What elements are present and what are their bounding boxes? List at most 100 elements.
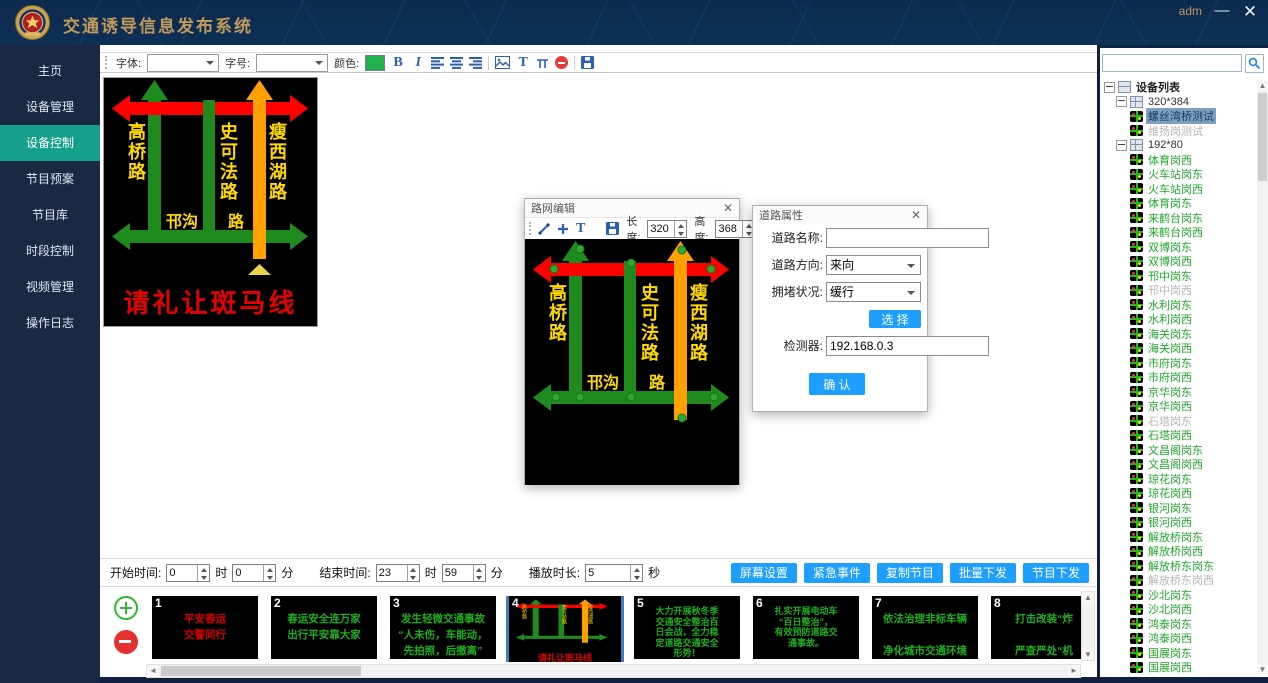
device-tree-item[interactable]: 来鹤台岗西 (1100, 225, 1256, 240)
duration-stepper[interactable]: 5 (585, 564, 643, 582)
sidebar-item-link[interactable]: 视频管理 (0, 269, 100, 305)
save-icon[interactable] (606, 222, 619, 235)
action-button[interactable]: 复制节目 (877, 563, 943, 583)
road-name-input[interactable] (826, 228, 989, 248)
action-button[interactable]: 批量下发 (950, 563, 1016, 583)
minimize-icon[interactable]: — (1212, 2, 1232, 19)
sidebar-item-link[interactable]: 时段控制 (0, 233, 100, 269)
user-name[interactable]: adm (1179, 4, 1202, 18)
sidebar-item-link[interactable]: 节目库 (0, 197, 100, 233)
toolbar-grip[interactable] (529, 222, 531, 235)
height-stepper[interactable]: 368 (715, 220, 755, 238)
horizontal-scrollbar[interactable]: ◄► (146, 664, 1081, 678)
bold-icon[interactable]: B (391, 55, 405, 71)
close-icon[interactable]: ✕ (911, 208, 921, 222)
sign-preview[interactable]: 高桥路 史可法路 瘦西湖路 邗沟 路 请礼让斑马线 (103, 77, 318, 327)
action-button[interactable]: 紧急事件 (804, 563, 870, 583)
device-tree-item[interactable]: 来鹤台岗东 (1100, 211, 1256, 226)
end-hour-stepper[interactable]: 23 (376, 564, 420, 582)
align-right-icon[interactable] (469, 57, 482, 69)
crossing-icon[interactable] (557, 223, 569, 235)
close-icon[interactable]: ✕ (723, 201, 733, 215)
device-tree-item[interactable]: 石塔岗东 (1100, 414, 1256, 429)
end-minute-stepper[interactable]: 59 (442, 564, 486, 582)
device-tree-item[interactable]: 市府岗西 (1100, 370, 1256, 385)
device-tree-item[interactable]: 火车站岗东 (1100, 167, 1256, 182)
device-tree-item[interactable]: 银河岗东 (1100, 501, 1256, 516)
device-tree-item[interactable]: 邗中岗东 (1100, 269, 1256, 284)
road-direction-select[interactable]: 来向 (826, 255, 921, 275)
align-center-icon[interactable] (450, 57, 463, 69)
program-thumbnail[interactable]: 3发生轻微交通事故“人未伤，车能动，先拍照，后撤离” (390, 596, 496, 659)
congestion-select[interactable]: 缓行 (826, 282, 921, 302)
device-search-input[interactable] (1102, 54, 1242, 72)
device-tree-item[interactable]: 国展岗东 (1100, 646, 1256, 661)
device-tree-item[interactable]: 邗中岗西 (1100, 283, 1256, 298)
text-tool-icon[interactable]: T (516, 55, 530, 71)
device-tree-item[interactable]: 鸿泰岗西 (1100, 631, 1256, 646)
action-button[interactable]: 节目下发 (1023, 563, 1089, 583)
confirm-button[interactable]: 确 认 (809, 373, 865, 395)
program-thumbnail[interactable]: 7依法治理非标车辆 净化城市交通环境 (872, 596, 978, 659)
program-thumbnail[interactable]: 1平安春运交警同行 (152, 596, 258, 659)
device-tree-item[interactable]: 鸿泰岗东 (1100, 617, 1256, 632)
sidebar-item-active[interactable]: 设备控制 (0, 125, 100, 161)
device-tree-item[interactable]: 体育岗西 (1100, 153, 1256, 168)
image-icon[interactable] (495, 56, 510, 69)
program-thumbnail[interactable]: 8打击改装“炸 严查严处“机 (991, 596, 1083, 659)
detector-input[interactable] (826, 336, 989, 356)
device-tree-item[interactable]: 沙北岗西 (1100, 602, 1256, 617)
draw-line-icon[interactable] (538, 223, 550, 235)
tree-expander-icon[interactable] (1116, 140, 1127, 151)
device-tree-item[interactable]: 文昌阁岗东 (1100, 443, 1256, 458)
sidebar-item-link[interactable]: 主页 (0, 53, 100, 89)
sidebar-item-link[interactable]: 操作日志 (0, 305, 100, 341)
start-hour-stepper[interactable]: 0 (166, 564, 210, 582)
device-tree-item[interactable]: 解放桥岗西 (1100, 544, 1256, 559)
device-tree-item[interactable]: 体育岗东 (1100, 196, 1256, 211)
device-tree-item[interactable]: 海关岗西 (1100, 341, 1256, 356)
device-tree-item[interactable]: 市府岗东 (1100, 356, 1256, 371)
action-button[interactable]: 屏幕设置 (731, 563, 797, 583)
search-button[interactable] (1245, 54, 1264, 73)
toolbar-grip[interactable] (105, 56, 110, 69)
device-tree-item[interactable]: 银河岗西 (1100, 515, 1256, 530)
device-tree-item[interactable]: 维扬岗测试 (1100, 124, 1256, 139)
spinner-arrows[interactable] (674, 221, 686, 237)
tree-root-node[interactable]: 设备列表 (1100, 80, 1256, 95)
close-icon[interactable]: ✕ (1240, 2, 1260, 22)
vertical-scrollbar[interactable]: ▲▼ (1081, 591, 1095, 661)
device-tree-item[interactable]: 琼花岗西 (1100, 486, 1256, 501)
italic-icon[interactable]: I (411, 55, 425, 71)
device-tree-item[interactable]: 火车站岗西 (1100, 182, 1256, 197)
program-thumbnail[interactable]: 5大力开展秋冬季交通安全整治百日会战，全力稳定道路交通安全形势！ (634, 596, 740, 659)
save-icon[interactable] (581, 56, 594, 69)
program-thumbnail[interactable]: 6扎实开展电动车“百日整治”，有效预防道路交通事故。 (753, 596, 859, 659)
tree-group-node[interactable]: 320*384 (1100, 95, 1256, 110)
device-tree-item[interactable]: 螺丝湾桥测试 (1100, 109, 1256, 124)
sidebar-item-link[interactable]: 设备管理 (0, 89, 100, 125)
tree-group-node[interactable]: 192*80 (1100, 138, 1256, 153)
device-tree-item[interactable]: 琼花岗东 (1100, 472, 1256, 487)
road-edit-icon[interactable] (536, 57, 549, 69)
device-tree-item[interactable]: 水利岗西 (1100, 312, 1256, 327)
remove-program-button[interactable] (114, 630, 138, 654)
device-tree-item[interactable]: 石塔岗西 (1100, 428, 1256, 443)
device-tree-item[interactable]: 解放桥东岗西 (1100, 573, 1256, 588)
dialog-titlebar[interactable]: 道路属性 ✕ (753, 206, 927, 224)
start-minute-stepper[interactable]: 0 (232, 564, 276, 582)
device-tree-item[interactable]: 沙北岗东 (1100, 588, 1256, 603)
size-select[interactable] (256, 54, 328, 72)
device-tree-item[interactable]: 国展岗西 (1100, 660, 1256, 673)
font-select[interactable] (147, 54, 219, 72)
device-tree-item[interactable]: 水利岗东 (1100, 298, 1256, 313)
length-value[interactable]: 320 (648, 221, 674, 237)
program-thumbnail[interactable]: 2春运安全连万家出行平安靠大家 (271, 596, 377, 659)
tree-scrollbar[interactable]: ▲▼ (1257, 80, 1268, 675)
prohibit-icon[interactable] (555, 56, 568, 69)
sidebar-item-link[interactable]: 节目预案 (0, 161, 100, 197)
length-stepper[interactable]: 320 (647, 220, 687, 238)
device-tree-item[interactable]: 双博岗东 (1100, 240, 1256, 255)
tree-expander-icon[interactable] (1116, 96, 1127, 107)
select-button[interactable]: 选 择 (869, 310, 921, 328)
